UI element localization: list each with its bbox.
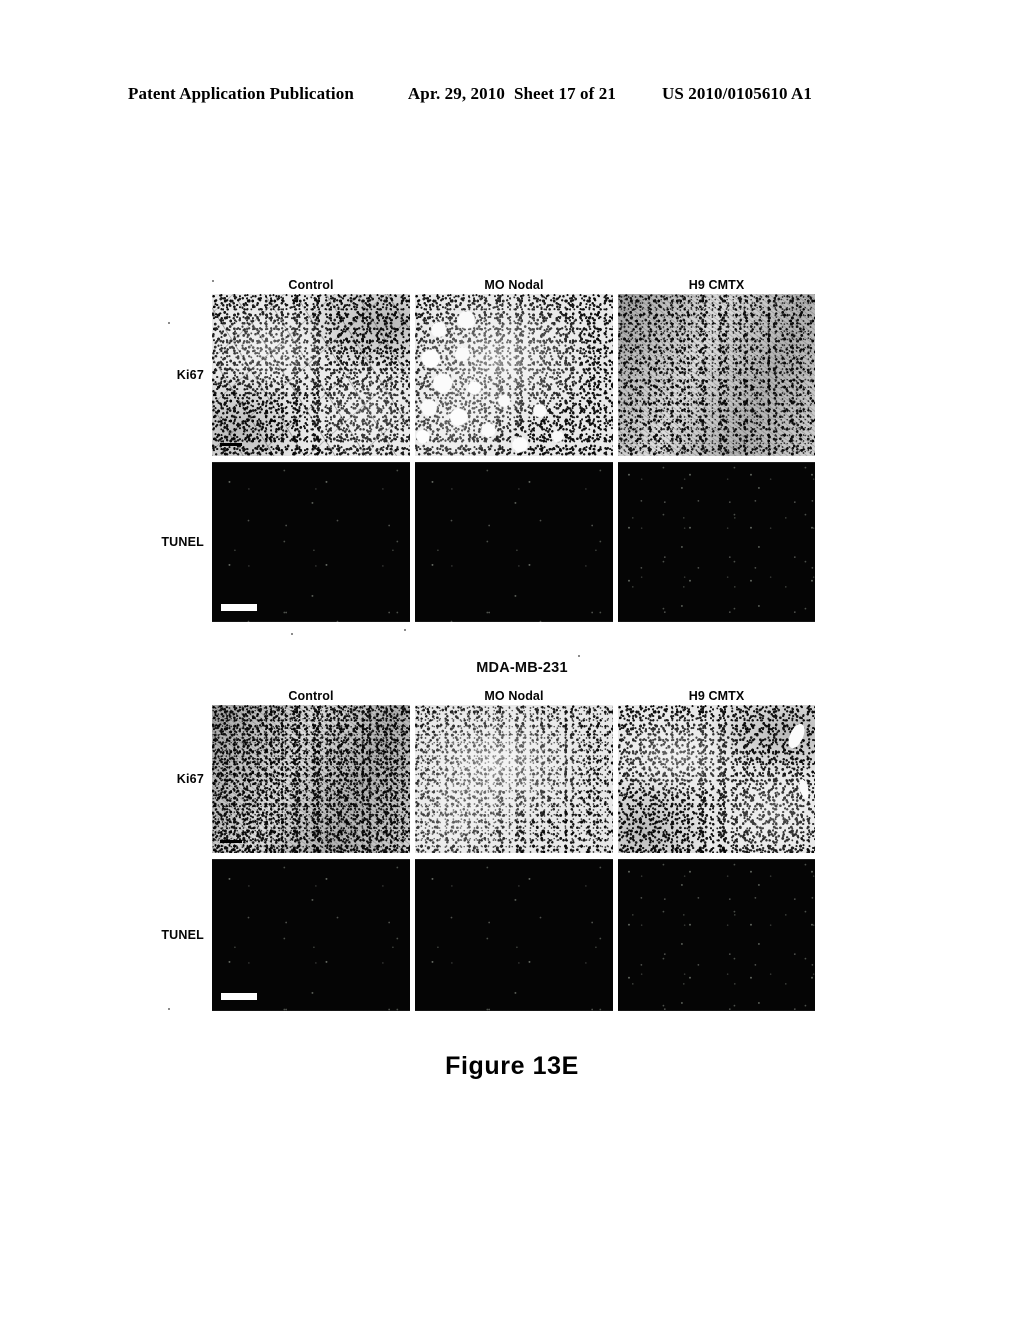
panel-edge xyxy=(415,859,613,1011)
row-tunel-group-b: TUNEL xyxy=(161,859,815,1011)
panel-edge xyxy=(212,462,410,622)
page-header: Patent Application Publication Apr. 29, … xyxy=(128,84,896,104)
scan-speck xyxy=(168,322,170,324)
tissue-tonal-mottle xyxy=(415,705,613,853)
column-header-control: Control xyxy=(288,278,334,292)
scan-speck xyxy=(291,633,293,635)
header-sheet-number: Sheet 17 of 21 xyxy=(513,84,616,103)
scan-speck xyxy=(578,655,580,657)
header-patent-number: US 2010/0105610 A1 xyxy=(661,84,813,103)
tissue-tonal-mottle xyxy=(212,705,410,853)
figure-13e: Control MO Nodal H9 CMTX Ki67 TUNEL MDA-… xyxy=(0,278,1024,1011)
stromal-strands xyxy=(212,294,410,456)
scale-bar xyxy=(221,993,257,1000)
group-title-mda-mb-231: MDA-MB-231 xyxy=(476,660,568,676)
panel-edge xyxy=(415,462,613,622)
scan-speck xyxy=(168,1008,170,1010)
tissue-tonal-mottle xyxy=(618,294,815,456)
micrograph-ki67-h9-cmtx-b[interactable] xyxy=(618,705,815,853)
panel-edge xyxy=(618,859,815,1011)
panel-group-a: Control MO Nodal H9 CMTX Ki67 TUNEL xyxy=(0,278,1024,622)
column-headers-group-a: Control MO Nodal H9 CMTX xyxy=(212,278,815,292)
panel-edge xyxy=(212,859,410,1011)
micrograph-ki67-control-a[interactable] xyxy=(212,294,410,456)
panel-group-b: MDA-MB-231 Control MO Nodal H9 CMTX Ki67 xyxy=(0,660,1024,1011)
scan-speck xyxy=(404,629,406,631)
row-tunel-group-a: TUNEL xyxy=(161,462,815,622)
panel-edge xyxy=(618,462,815,622)
row-label-ki67: Ki67 xyxy=(176,772,204,786)
scale-bar xyxy=(221,604,257,611)
column-header-control: Control xyxy=(288,689,334,703)
tissue-tonal-mottle xyxy=(618,705,815,853)
micrograph-ki67-mo-nodal-b[interactable] xyxy=(415,705,613,853)
scale-bar-dark-icon xyxy=(220,840,242,843)
scan-speck xyxy=(212,280,214,282)
micrograph-tunel-h9-cmtx-a[interactable] xyxy=(618,462,815,622)
row-label-tunel: TUNEL xyxy=(161,535,204,549)
row-ki67-group-b: Ki67 xyxy=(177,705,815,853)
micrograph-ki67-control-b[interactable] xyxy=(212,705,410,853)
micrograph-tunel-control-a[interactable] xyxy=(212,462,410,622)
header-publication-label: Patent Application Publication xyxy=(128,84,354,103)
column-header-h9-cmtx: H9 CMTX xyxy=(688,689,745,703)
figure-caption: Figure 13E xyxy=(445,1052,579,1080)
micrograph-ki67-h9-cmtx-a[interactable] xyxy=(618,294,815,456)
header-date: Apr. 29, 2010 xyxy=(407,84,505,103)
row-ki67-group-a: Ki67 xyxy=(177,294,815,456)
column-headers-group-b: Control MO Nodal H9 CMTX xyxy=(212,689,815,703)
micrograph-tunel-mo-nodal-b[interactable] xyxy=(415,859,613,1011)
patent-figure-page: { "header": { "publication": "Patent App… xyxy=(0,0,1024,1320)
micrograph-ki67-mo-nodal-a[interactable] xyxy=(415,294,613,456)
column-header-mo-nodal: MO Nodal xyxy=(484,278,544,292)
scale-bar-dark-icon xyxy=(220,443,242,446)
column-header-mo-nodal: MO Nodal xyxy=(484,689,544,703)
micrograph-tunel-h9-cmtx-b[interactable] xyxy=(618,859,815,1011)
row-label-tunel: TUNEL xyxy=(161,928,204,942)
micrograph-tunel-mo-nodal-a[interactable] xyxy=(415,462,613,622)
adipocyte-vacuoles xyxy=(415,294,613,456)
column-header-h9-cmtx: H9 CMTX xyxy=(688,278,745,292)
micrograph-tunel-control-b[interactable] xyxy=(212,859,410,1011)
row-label-ki67: Ki67 xyxy=(176,368,204,382)
